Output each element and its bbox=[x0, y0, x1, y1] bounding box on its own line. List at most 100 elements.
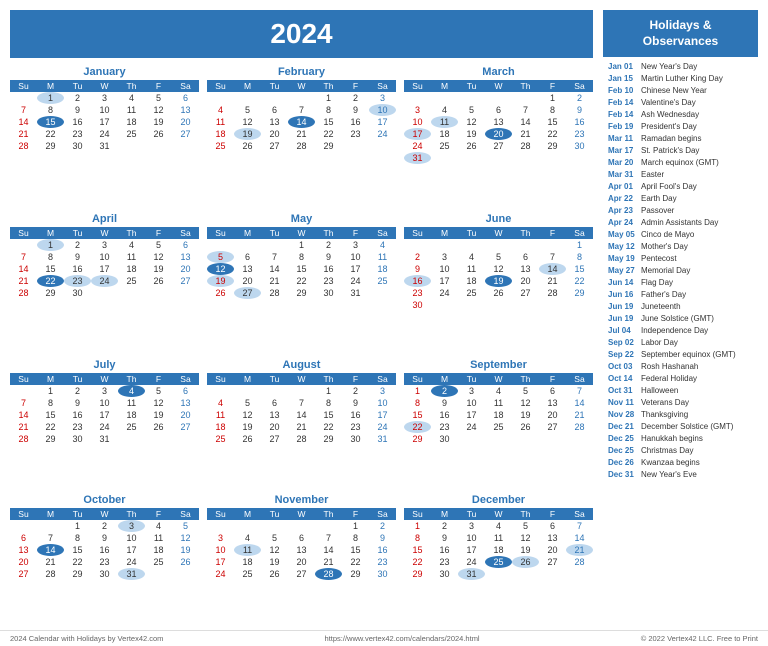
calendar-day: 4 bbox=[207, 397, 234, 409]
calendar-day: 19 bbox=[458, 128, 485, 140]
calendar-day: 23 bbox=[91, 556, 118, 568]
calendar-day: 9 bbox=[404, 263, 431, 275]
month-name: March bbox=[404, 66, 593, 78]
holiday-date: Dec 21 bbox=[608, 421, 638, 433]
calendar-day: 29 bbox=[64, 568, 91, 580]
holiday-name: President's Day bbox=[641, 121, 697, 133]
calendar-day: 12 bbox=[207, 263, 234, 275]
holiday-item: Dec 25Hanukkah begins bbox=[608, 433, 753, 445]
calendar-day: 3 bbox=[369, 92, 396, 104]
holiday-date: Feb 14 bbox=[608, 109, 638, 121]
calendar-day: 16 bbox=[315, 263, 342, 275]
year-header: 2024 bbox=[10, 10, 593, 58]
calendar-day: 14 bbox=[10, 263, 37, 275]
calendar-day: 17 bbox=[91, 116, 118, 128]
calendar-day: 11 bbox=[118, 397, 145, 409]
holidays-panel: Holidays &Observances Jan 01New Year's D… bbox=[603, 10, 758, 620]
calendar-day: 30 bbox=[404, 299, 431, 311]
calendar-day: 3 bbox=[91, 92, 118, 104]
calendar-day: 31 bbox=[369, 433, 396, 445]
calendar-day: 26 bbox=[458, 140, 485, 152]
holiday-item: Dec 26Kwanzaa begins bbox=[608, 457, 753, 469]
holiday-name: Kwanzaa begins bbox=[641, 457, 700, 469]
calendar-day: 19 bbox=[145, 263, 172, 275]
calendar-day: 18 bbox=[118, 263, 145, 275]
calendar-day: 11 bbox=[207, 409, 234, 421]
holiday-date: Sep 02 bbox=[608, 337, 638, 349]
calendar-day: 27 bbox=[172, 421, 199, 433]
calendar-day: 27 bbox=[485, 140, 512, 152]
main-container: 2024 JanuarySuMTuWThFSa12345678910111213… bbox=[0, 0, 768, 630]
calendar-day: 1 bbox=[566, 239, 593, 251]
calendar-day: 29 bbox=[37, 433, 64, 445]
calendar-day: 25 bbox=[118, 275, 145, 287]
holiday-date: Mar 17 bbox=[608, 145, 638, 157]
calendar-day: 4 bbox=[369, 239, 396, 251]
month-table: SuMTuWThFSa12345678910111213141516171819… bbox=[404, 373, 593, 445]
calendar-day: 10 bbox=[91, 251, 118, 263]
calendar-day: 20 bbox=[10, 556, 37, 568]
months-grid: January SuMTuWThFSa1234567891011121314151… bbox=[10, 66, 593, 620]
holiday-name: Martin Luther King Day bbox=[641, 73, 723, 85]
calendar-day: 14 bbox=[566, 397, 593, 409]
calendar-day: 4 bbox=[431, 104, 458, 116]
calendar-day: 29 bbox=[288, 287, 315, 299]
calendar-day: 20 bbox=[172, 263, 199, 275]
holiday-item: Mar 31Easter bbox=[608, 169, 753, 181]
calendar-day: 8 bbox=[539, 104, 566, 116]
calendar-day: 10 bbox=[458, 532, 485, 544]
calendar-day: 30 bbox=[566, 140, 593, 152]
calendar-day: 3 bbox=[91, 385, 118, 397]
calendar-day: 25 bbox=[369, 275, 396, 287]
calendar-day: 21 bbox=[37, 556, 64, 568]
calendar-day: 23 bbox=[566, 128, 593, 140]
calendar-day: 20 bbox=[234, 275, 261, 287]
calendar-day: 25 bbox=[207, 433, 234, 445]
calendar-day: 11 bbox=[485, 397, 512, 409]
calendar-day: 14 bbox=[10, 116, 37, 128]
calendar-day: 30 bbox=[431, 433, 458, 445]
calendar-day: 12 bbox=[145, 104, 172, 116]
month-block: SeptemberSuMTuWThFSa12345678910111213141… bbox=[404, 359, 593, 486]
calendar-day: 20 bbox=[539, 409, 566, 421]
calendar-day: 8 bbox=[64, 532, 91, 544]
holiday-date: Oct 14 bbox=[608, 373, 638, 385]
calendar-day: 28 bbox=[10, 287, 37, 299]
calendar-day: 21 bbox=[315, 556, 342, 568]
calendar-day: 2 bbox=[566, 92, 593, 104]
calendar-day: 25 bbox=[485, 556, 512, 568]
calendar-day: 18 bbox=[458, 275, 485, 287]
calendar-day: 21 bbox=[288, 128, 315, 140]
calendar-day: 3 bbox=[91, 239, 118, 251]
calendar-day: 6 bbox=[539, 385, 566, 397]
calendar-day: 11 bbox=[118, 104, 145, 116]
calendar-day: 30 bbox=[315, 287, 342, 299]
calendar-day: 24 bbox=[118, 556, 145, 568]
calendar-day: 4 bbox=[145, 520, 172, 532]
calendar-day: 23 bbox=[342, 421, 369, 433]
month-name: January bbox=[10, 66, 199, 78]
month-table: SuMTuWThFSa12345678910111213141516171819… bbox=[207, 373, 396, 445]
calendar-day: 1 bbox=[404, 385, 431, 397]
calendar-day: 7 bbox=[288, 104, 315, 116]
calendar-day: 29 bbox=[404, 568, 431, 580]
holiday-name: Cinco de Mayo bbox=[641, 229, 694, 241]
calendar-day: 29 bbox=[566, 287, 593, 299]
calendar-day: 22 bbox=[37, 128, 64, 140]
calendar-day: 26 bbox=[145, 275, 172, 287]
calendar-day: 4 bbox=[485, 385, 512, 397]
calendar-day: 6 bbox=[172, 239, 199, 251]
holiday-name: Juneteenth bbox=[641, 301, 681, 313]
calendar-day: 17 bbox=[369, 409, 396, 421]
month-block: JanuarySuMTuWThFSa1234567891011121314151… bbox=[10, 66, 199, 205]
holiday-date: Apr 23 bbox=[608, 205, 638, 217]
calendar-day: 17 bbox=[342, 263, 369, 275]
calendar-day: 18 bbox=[118, 409, 145, 421]
month-table: SuMTuWThFSa12345678910111213141516171819… bbox=[404, 508, 593, 580]
calendar-day: 5 bbox=[207, 251, 234, 263]
calendar-day: 7 bbox=[566, 385, 593, 397]
holiday-item: Jul 04Independence Day bbox=[608, 325, 753, 337]
month-table: SuMTuWThFSa12345678910111213141516171819… bbox=[10, 373, 199, 445]
holiday-date: May 27 bbox=[608, 265, 638, 277]
month-table: SuMTuWThFSa12345678910111213141516171819… bbox=[207, 508, 396, 580]
